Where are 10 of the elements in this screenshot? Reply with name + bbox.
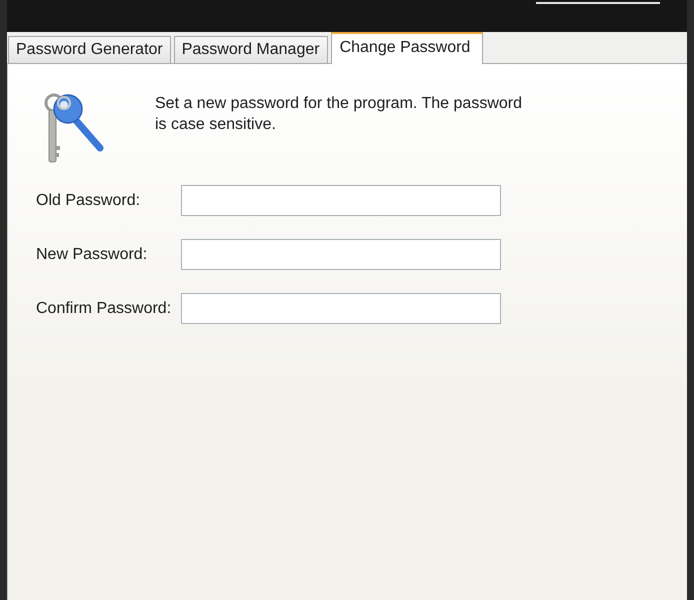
tab[interactable]: Change Password	[330, 32, 484, 64]
password-field[interactable]	[181, 293, 501, 324]
tab[interactable]: Password Manager	[174, 36, 328, 63]
field-label: Old Password:	[35, 192, 142, 210]
field-label: New Password:	[35, 246, 148, 264]
tab[interactable]: Password Generator	[8, 36, 171, 63]
password-field[interactable]	[181, 185, 501, 216]
field-label: Confirm Password:	[35, 300, 172, 318]
description-text: Set a new password for the program. The password is case sensitive.	[155, 94, 523, 135]
password-field[interactable]	[181, 239, 501, 270]
